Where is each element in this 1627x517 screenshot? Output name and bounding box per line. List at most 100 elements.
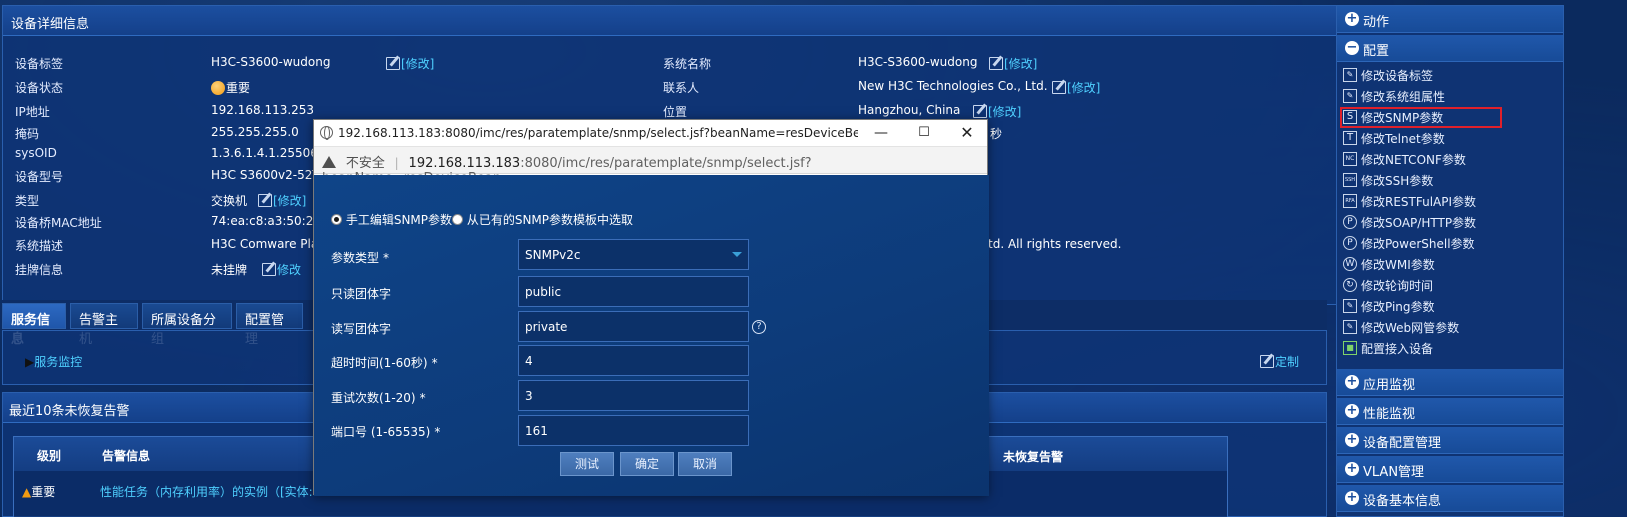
edit-icon	[973, 105, 987, 118]
ok-button[interactable]: 确定	[620, 452, 674, 476]
minimize-button[interactable]: —	[861, 120, 901, 146]
value-copyright-fragment: td. All rights reserved.	[988, 237, 1122, 251]
value-seconds-fragment: 秒	[990, 127, 1003, 141]
param-type-select[interactable]: SNMPv2c	[518, 239, 749, 270]
expand-icon: +	[1345, 11, 1359, 26]
tab-alarm-host[interactable]: 告警主机	[70, 303, 138, 347]
edit-icon: ✎	[1343, 320, 1357, 334]
powershell-icon: P	[1343, 236, 1357, 250]
retries-input[interactable]: 3	[518, 380, 749, 411]
port-input[interactable]: 161	[518, 415, 749, 446]
telnet-icon: T	[1343, 131, 1357, 145]
sidebar-item-edit-restful[interactable]: RFA 修改RESTFulAPI参数	[1341, 192, 1561, 211]
edit-contact-link[interactable]: [修改]	[1052, 79, 1100, 96]
label-type: 类型	[15, 194, 40, 208]
sidebar-item-config-access[interactable]: ■ 配置接入设备	[1341, 339, 1561, 358]
write-community-input[interactable]: private	[518, 311, 749, 342]
label-contact: 联系人	[663, 81, 700, 95]
close-button[interactable]: ✕	[947, 120, 987, 146]
value-tag-info: 未挂牌	[211, 263, 248, 277]
radio-button[interactable]	[331, 214, 342, 225]
tab-service-info[interactable]: 服务信息	[2, 303, 66, 347]
col-level: 级别	[37, 449, 62, 463]
section-config[interactable]: − 配置	[1337, 35, 1563, 62]
edit-tag-info-link[interactable]: 修改	[262, 261, 301, 278]
port-label: 端口号 (1-65535) *	[331, 425, 441, 439]
section-perf-monitor[interactable]: + 性能监视	[1337, 398, 1563, 425]
read-community-label: 只读团体字	[331, 287, 392, 301]
radio-template-option[interactable]: 从已有的SNMP参数模板中选取	[452, 211, 633, 228]
chevron-down-icon	[732, 252, 742, 257]
popup-title: 192.168.113.183:8080/imc/res/paratemplat…	[338, 126, 858, 140]
expand-icon: +	[1345, 432, 1359, 447]
sidebar-item-edit-soap[interactable]: P 修改SOAP/HTTP参数	[1341, 213, 1561, 232]
sidebar-item-edit-polling[interactable]: ↻ 修改轮询时间	[1341, 276, 1561, 295]
value-contact: New H3C Technologies Co., Ltd.	[858, 79, 1048, 93]
edit-location-link[interactable]: [修改]	[973, 103, 1021, 120]
expand-icon: +	[1345, 403, 1359, 418]
radio-manual-option[interactable]: 手工编辑SNMP参数	[331, 211, 452, 228]
expand-icon: +	[1345, 461, 1359, 476]
sidebar-item-edit-wmi[interactable]: W 修改WMI参数	[1341, 255, 1561, 274]
value-mask: 255.255.255.0	[211, 125, 299, 139]
value-device-tag: H3C-S3600-wudong	[211, 55, 331, 69]
access-icon: ■	[1343, 341, 1357, 355]
sidebar-item-edit-device-tag[interactable]: ✎ 修改设备标签	[1341, 66, 1561, 85]
value-device-model: H3C S3600v2-52TP	[211, 168, 327, 182]
value-sys-desc: H3C Comware Platf	[211, 237, 328, 251]
radio-button[interactable]	[452, 214, 463, 225]
section-app-monitor[interactable]: + 应用监视	[1337, 369, 1563, 396]
edit-system-name-link[interactable]: [修改]	[989, 55, 1037, 72]
customize-link[interactable]: 定制	[1260, 353, 1299, 370]
section-basic-info[interactable]: + 设备基本信息	[1337, 485, 1563, 512]
read-community-input[interactable]: public	[518, 276, 749, 307]
test-button[interactable]: 测试	[560, 452, 614, 476]
section-device-config[interactable]: + 设备配置管理	[1337, 427, 1563, 454]
warning-icon: ▲	[22, 485, 32, 499]
sidebar-item-edit-powershell[interactable]: P 修改PowerShell参数	[1341, 234, 1561, 253]
sidebar-item-edit-web[interactable]: ✎ 修改Web网管参数	[1341, 318, 1561, 337]
popup-address-bar[interactable]: 不安全 | 192.168.113.183:8080/imc/res/parat…	[314, 146, 987, 186]
label-device-status: 设备状态	[15, 81, 64, 95]
edit-icon: ✎	[1343, 299, 1357, 313]
help-icon[interactable]: ?	[752, 320, 766, 334]
sidebar-item-edit-snmp[interactable]: S 修改SNMP参数	[1340, 107, 1502, 128]
label-ip-address: IP地址	[15, 105, 50, 119]
retries-label: 重试次数(1-20) *	[331, 391, 426, 405]
cancel-button[interactable]: 取消	[678, 452, 732, 476]
right-sidebar: + 动作 − 配置 ✎ 修改设备标签 ✎ 修改系统组属性 S 修改SNMP参数 T 修改Te…	[1336, 5, 1564, 517]
label-mask: 掩码	[15, 127, 40, 141]
section-action[interactable]: + 动作	[1337, 6, 1563, 33]
timeout-input[interactable]: 4	[518, 345, 749, 376]
maximize-button[interactable]: ☐	[904, 120, 944, 146]
alarm-info[interactable]: 性能任务（内存利用率）的实例（[实体:Le	[100, 483, 327, 500]
label-location: 位置	[663, 105, 688, 119]
snmp-popup-window: 192.168.113.183:8080/imc/res/paratemplat…	[313, 119, 989, 496]
tab-config-management[interactable]: 配置管理	[236, 303, 303, 347]
service-monitor-link[interactable]: ▶服务监控	[25, 353, 82, 370]
label-system-name: 系统名称	[663, 57, 712, 71]
label-device-tag: 设备标签	[15, 57, 64, 71]
label-tag-info: 挂牌信息	[15, 263, 64, 277]
sidebar-item-edit-ping[interactable]: ✎ 修改Ping参数	[1341, 297, 1561, 316]
section-vlan[interactable]: + VLAN管理	[1337, 456, 1563, 483]
edit-device-tag-link[interactable]: [修改]	[386, 55, 434, 72]
triangle-right-icon: ▶	[25, 355, 35, 369]
netconf-icon: NC	[1343, 152, 1357, 166]
sidebar-item-edit-telnet[interactable]: T 修改Telnet参数	[1341, 129, 1561, 148]
edit-type-link[interactable]: [修改]	[258, 192, 306, 209]
sidebar-item-edit-system-group[interactable]: ✎ 修改系统组属性	[1341, 87, 1561, 106]
sidebar-item-edit-netconf[interactable]: NC 修改NETCONF参数	[1341, 150, 1561, 169]
edit-icon	[989, 57, 1003, 70]
sidebar-item-edit-ssh[interactable]: SSH 修改SSH参数	[1341, 171, 1561, 190]
soap-icon: P	[1343, 215, 1357, 229]
edit-icon	[258, 194, 272, 207]
warning-icon	[322, 156, 336, 168]
tab-device-group[interactable]: 所属设备分组	[142, 303, 232, 347]
value-bridge-mac: 74:ea:c8:a3:50:2c	[211, 214, 320, 228]
unrecovered-alarm-label: 未恢复告警	[1003, 450, 1064, 464]
value-ip-address: 192.168.113.253	[211, 103, 315, 117]
expand-icon: +	[1345, 374, 1359, 389]
alarm-level: ▲重要	[22, 485, 56, 499]
label-sys-desc: 系统描述	[15, 239, 64, 253]
